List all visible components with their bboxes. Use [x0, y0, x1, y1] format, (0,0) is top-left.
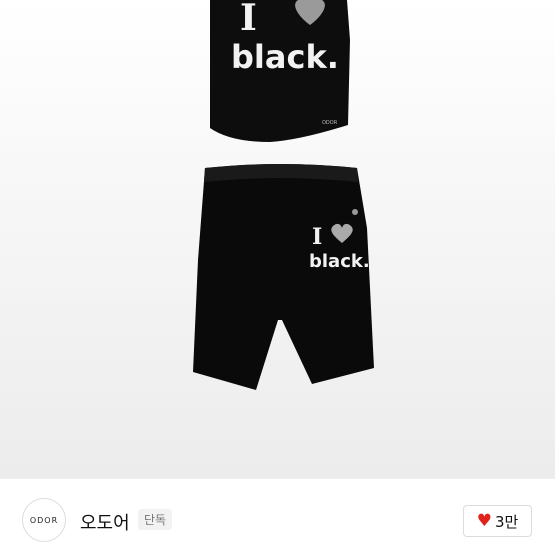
- like-count: 3만: [494, 512, 519, 531]
- top-tag: ODOR: [322, 120, 338, 126]
- brand-footer: ODOR 오도어 단독 ♥ 3만: [0, 478, 555, 556]
- shorts-logo-mark: [352, 209, 358, 215]
- top-print-i: I: [240, 0, 257, 39]
- brand-name[interactable]: 오도어: [80, 509, 130, 535]
- like-button[interactable]: ♥ 3만: [463, 505, 532, 537]
- exclusive-badge: 단독: [138, 509, 173, 530]
- product-image[interactable]: I black. ODOR I black.: [0, 0, 555, 478]
- top-print-black: black.: [231, 38, 339, 76]
- shorts-print-black: black.: [309, 251, 370, 272]
- shorts: [193, 164, 374, 390]
- heart-icon: ♥: [476, 510, 492, 531]
- brand-logo[interactable]: ODOR: [22, 498, 66, 542]
- shorts-print-i: I: [312, 224, 322, 250]
- product-illustration: I black. ODOR I black.: [193, 0, 374, 390]
